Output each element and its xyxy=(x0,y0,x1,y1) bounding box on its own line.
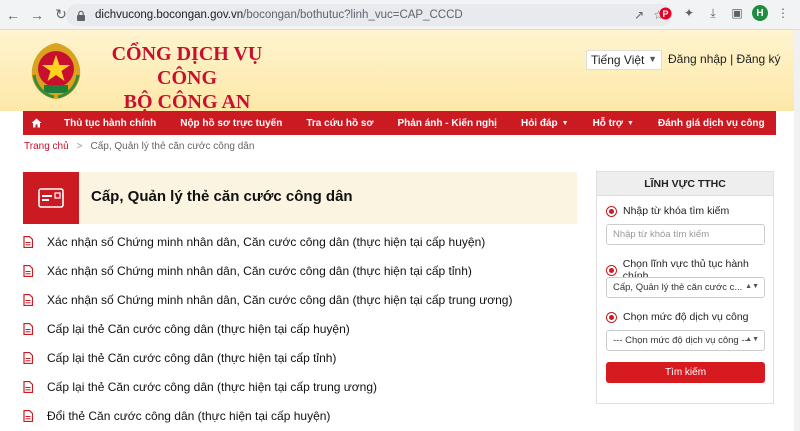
nav-home[interactable] xyxy=(23,111,52,135)
chevron-updown-icon: ▲▼ xyxy=(745,336,759,343)
more-menu-icon[interactable]: ⋮ xyxy=(774,4,792,22)
nav-label: Hỏi đáp xyxy=(520,117,558,129)
list-item[interactable]: Cấp lại thẻ Căn cước công dân (thực hiện… xyxy=(23,314,577,343)
login-link[interactable]: Đăng nhập xyxy=(668,52,727,66)
lock-icon xyxy=(76,10,87,21)
list-item[interactable]: Xác nhận số Chứng minh nhân dân, Căn cướ… xyxy=(23,256,577,285)
auth-separator: | xyxy=(730,52,734,66)
procedure-link[interactable]: Đổi thẻ Căn cước công dân (thực hiện tại… xyxy=(47,409,330,423)
police-emblem-logo[interactable] xyxy=(24,39,88,103)
nav-lookup-records[interactable]: Tra cứu hồ sơ xyxy=(294,111,385,135)
pinterest-icon[interactable]: P xyxy=(656,4,674,22)
language-value: Tiếng Việt xyxy=(591,53,645,67)
url-path: /bocongan/bothutuc?linh_vuc=CAP_CCCD xyxy=(243,9,463,21)
main-nav: Thủ tục hành chính Nộp hồ sơ trực tuyến … xyxy=(23,111,776,135)
breadcrumb-current: Cấp, Quản lý thẻ căn cước công dân xyxy=(90,141,255,152)
level-radio-label: Chọn mức độ dịch vụ công xyxy=(623,311,749,323)
extensions-puzzle-icon[interactable]: ✦ xyxy=(680,4,698,22)
document-icon xyxy=(23,409,33,422)
back-icon[interactable]: ← xyxy=(2,4,24,26)
service-level-select[interactable]: --- Chọn mức độ dịch vụ công --- ▲▼ xyxy=(606,330,765,351)
nav-label: Hỗ trợ xyxy=(592,117,624,129)
document-icon xyxy=(23,322,33,335)
procedure-link[interactable]: Xác nhận số Chứng minh nhân dân, Căn cướ… xyxy=(47,293,512,307)
keyword-search-input[interactable]: Nhập từ khóa tìm kiếm xyxy=(606,224,765,245)
procedure-link[interactable]: Cấp lại thẻ Căn cước công dân (thực hiện… xyxy=(47,380,377,394)
procedure-link[interactable]: Xác nhận số Chứng minh nhân dân, Căn cướ… xyxy=(47,235,485,249)
list-item[interactable]: Cấp lại thẻ Căn cước công dân (thực hiện… xyxy=(23,343,577,372)
nav-label: Đánh giá dịch vụ công xyxy=(657,117,765,129)
page-scrollbar[interactable] xyxy=(794,30,800,431)
list-item[interactable]: Xác nhận số Chứng minh nhân dân, Căn cướ… xyxy=(23,227,577,256)
document-icon xyxy=(23,264,33,277)
site-title[interactable]: CỔNG DỊCH VỤ CÔNG BỘ CÔNG AN xyxy=(104,42,270,114)
download-icon[interactable]: ⤓ xyxy=(704,4,722,22)
search-button[interactable]: Tìm kiếm xyxy=(606,362,765,383)
profile-avatar[interactable]: H xyxy=(752,5,768,21)
nav-feedback[interactable]: Phản ánh - Kiến nghị xyxy=(386,111,509,135)
url-host: dichvucong.bocongan.gov.vn xyxy=(95,9,244,21)
procedure-link[interactable]: Cấp lại thẻ Căn cước công dân (thực hiện… xyxy=(47,322,350,336)
procedure-link[interactable]: Xác nhận số Chứng minh nhân dân, Căn cướ… xyxy=(47,264,472,278)
service-level-value: --- Chọn mức độ dịch vụ công --- xyxy=(613,335,751,346)
keyword-radio-label: Nhập từ khóa tìm kiếm xyxy=(623,205,730,217)
nav-faq[interactable]: Hỏi đáp ▼ xyxy=(509,111,581,135)
radio-selected-icon xyxy=(606,311,617,323)
nav-label: Nộp hồ sơ trực tuyến xyxy=(180,117,283,129)
share-icon[interactable]: ↗ xyxy=(634,8,644,22)
nav-label: Thủ tục hành chính xyxy=(64,117,157,129)
svg-text:P: P xyxy=(662,9,668,19)
keyword-radio[interactable]: Nhập từ khóa tìm kiếm xyxy=(606,205,729,217)
nav-administrative-procedures[interactable]: Thủ tục hành chính xyxy=(52,111,168,135)
id-card-icon xyxy=(23,172,79,224)
caret-down-icon: ▼ xyxy=(627,119,634,127)
chevron-down-icon: ▼ xyxy=(648,54,657,64)
address-bar[interactable]: dichvucong.bocongan.gov.vn/bocongan/both… xyxy=(66,4,672,26)
list-item[interactable]: Cấp lại thẻ Căn cước công dân (thực hiện… xyxy=(23,372,577,401)
nav-online-submission[interactable]: Nộp hồ sơ trực tuyến xyxy=(168,111,294,135)
nav-label: Phản ánh - Kiến nghị xyxy=(397,117,497,129)
document-icon xyxy=(23,351,33,364)
document-icon xyxy=(23,380,33,393)
list-item[interactable]: Xác nhận số Chứng minh nhân dân, Căn cướ… xyxy=(23,285,577,314)
list-item[interactable]: Đổi thẻ Căn cước công dân (thực hiện tại… xyxy=(23,401,577,430)
filter-sidebar: LĨNH VỰC TTHC Nhập từ khóa tìm kiếm Nhập… xyxy=(596,171,774,404)
sidebar-title: LĨNH VỰC TTHC xyxy=(597,172,773,196)
section-heading: Cấp, Quản lý thẻ căn cước công dân xyxy=(23,172,577,224)
breadcrumb: Trang chủ > Cấp, Quản lý thẻ căn cước cô… xyxy=(24,141,254,152)
site-header: CỔNG DỊCH VỤ CÔNG BỘ CÔNG AN Tiếng Việt … xyxy=(0,30,800,114)
nav-service-rating[interactable]: Đánh giá dịch vụ công xyxy=(646,111,777,135)
auth-links: Đăng nhập | Đăng ký xyxy=(668,52,781,66)
register-link[interactable]: Đăng ký xyxy=(737,52,781,66)
side-panel-icon[interactable]: ▣ xyxy=(728,4,746,22)
forward-icon[interactable]: → xyxy=(26,4,48,26)
radio-selected-icon xyxy=(606,264,617,276)
chevron-updown-icon: ▲▼ xyxy=(745,283,759,290)
breadcrumb-separator: > xyxy=(76,141,83,152)
level-radio[interactable]: Chọn mức độ dịch vụ công xyxy=(606,311,749,323)
field-select-value: Cấp, Quản lý thẻ căn cước c... xyxy=(613,282,743,293)
page-title: Cấp, Quản lý thẻ căn cước công dân xyxy=(91,188,353,205)
nav-label: Tra cứu hồ sơ xyxy=(306,117,374,129)
browser-toolbar: ← → ↻ dichvucong.bocongan.gov.vn/boconga… xyxy=(0,0,800,30)
site-title-line1: CỔNG DỊCH VỤ CÔNG xyxy=(111,43,263,89)
procedure-list: Xác nhận số Chứng minh nhân dân, Căn cướ… xyxy=(23,227,577,430)
language-select[interactable]: Tiếng Việt ▼ xyxy=(586,50,662,70)
breadcrumb-home[interactable]: Trang chủ xyxy=(24,141,69,152)
home-icon xyxy=(31,118,42,128)
procedure-link[interactable]: Cấp lại thẻ Căn cước công dân (thực hiện… xyxy=(47,351,336,365)
field-select[interactable]: Cấp, Quản lý thẻ căn cước c... ▲▼ xyxy=(606,277,765,298)
nav-support[interactable]: Hỗ trợ ▼ xyxy=(581,111,646,135)
caret-down-icon: ▼ xyxy=(561,119,569,127)
document-icon xyxy=(23,293,33,306)
document-icon xyxy=(23,235,33,248)
radio-selected-icon xyxy=(606,205,617,217)
